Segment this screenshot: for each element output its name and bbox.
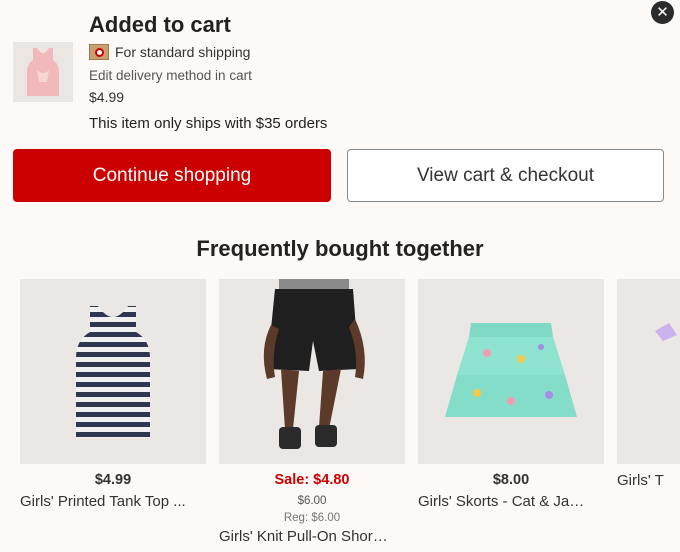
product-reg-price: Reg: $6.00 (283, 512, 341, 524)
shipping-label: For standard shipping (115, 44, 251, 60)
pink-tank-top-icon (27, 48, 59, 96)
added-to-cart-title: Added to cart (89, 12, 231, 37)
continue-shopping-button[interactable]: Continue shopping (13, 149, 331, 202)
striped-tank-top-image[interactable] (20, 279, 206, 464)
product-sub-price: $6.00 (297, 495, 327, 507)
product-card[interactable]: Sale: $4.80 $6.00 Reg: $6.00 Girls' Knit… (219, 279, 405, 545)
min-order-note: This item only ships with $35 orders (89, 115, 328, 132)
product-title[interactable]: Girls' Knit Pull-On Shor… (219, 528, 405, 545)
cart-item-price: $4.99 (89, 89, 125, 105)
product-price: $4.99 (94, 472, 132, 488)
shipping-row: For standard shipping (89, 44, 250, 60)
view-cart-checkout-button[interactable]: View cart & checkout (347, 149, 664, 202)
product-title[interactable]: Girls' Skorts - Cat & Ja… (418, 493, 604, 510)
cart-item-thumbnail (13, 42, 73, 102)
product-title[interactable]: Girls' Printed Tank Top ... (20, 493, 206, 510)
mint-rainbow-skort-image[interactable] (418, 279, 604, 464)
product-card[interactable]: Girls' T (617, 279, 680, 489)
edit-delivery-link[interactable]: Edit delivery method in cart (89, 68, 252, 83)
frequently-bought-heading: Frequently bought together (196, 236, 484, 261)
close-button[interactable]: ✕ (651, 1, 674, 24)
black-shorts-model-image[interactable] (219, 279, 405, 464)
product-title[interactable]: Girls' T (617, 472, 680, 489)
product-card[interactable]: $8.00 Girls' Skorts - Cat & Ja… (418, 279, 604, 510)
purple-item-image[interactable] (617, 279, 680, 464)
product-card[interactable]: $4.99 Girls' Printed Tank Top ... (20, 279, 206, 510)
product-price: $8.00 (492, 472, 530, 488)
box-target-icon (89, 44, 109, 60)
close-icon: ✕ (656, 3, 669, 21)
product-sale-price: Sale: $4.80 (274, 472, 350, 488)
